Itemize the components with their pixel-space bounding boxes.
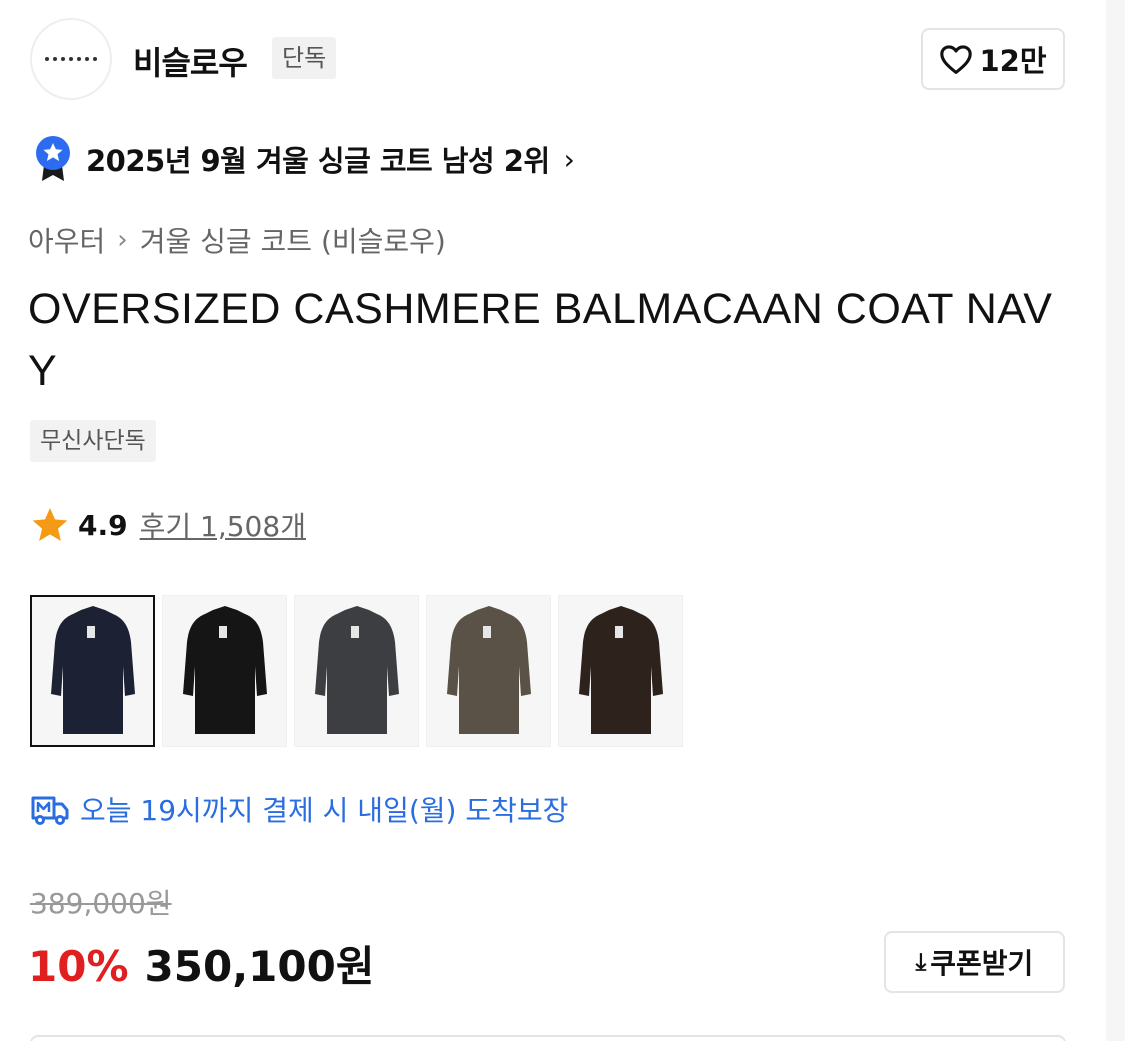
- delivery-text: 오늘 19시까지 결제 시 내일(월) 도착보장: [80, 794, 569, 827]
- coat-image: [50, 606, 135, 734]
- product-title: OVERSIZED CASHMERE BALMACAAN COAT NAVY: [28, 285, 1053, 395]
- coat-image: [182, 606, 267, 734]
- brand-logo[interactable]: [30, 18, 112, 100]
- delivery-guarantee: 오늘 19시까지 결제 시 내일(월) 도착보장: [30, 789, 568, 829]
- original-price: 389,000원: [30, 887, 172, 920]
- exclusive-badge: 무신사단독: [30, 420, 156, 462]
- coat-image: [446, 606, 531, 734]
- scrollbar[interactable]: [1106, 0, 1125, 1041]
- brand-exclusive-badge: 단독: [272, 37, 337, 79]
- color-option-charcoal[interactable]: [294, 595, 419, 747]
- options-box[interactable]: [30, 1035, 1066, 1041]
- breadcrumb-subcategory[interactable]: 겨울 싱글 코트 (비슬로우): [140, 220, 446, 260]
- chevron-right-icon: ›: [563, 142, 575, 176]
- like-button[interactable]: 12만: [921, 28, 1065, 90]
- brand-header: 비슬로우 단독 12만: [30, 18, 1066, 100]
- coat-image: [314, 606, 399, 734]
- brand-logo-dots-icon: [45, 57, 97, 61]
- rating-row: 4.9 후기 1,508개: [30, 505, 306, 545]
- color-option-black[interactable]: [162, 595, 287, 747]
- price-row: 10% 350,100원: [28, 933, 374, 994]
- ranking-text: 2025년 9월 겨울 싱글 코트 남성 2위: [86, 144, 550, 178]
- ranking-medal-icon: [34, 135, 72, 183]
- breadcrumb: 아우터 › 겨울 싱글 코트 (비슬로우): [28, 220, 446, 260]
- sale-price: 350,100원: [144, 942, 375, 991]
- discount-rate: 10%: [28, 942, 129, 991]
- ranking-link[interactable]: 2025년 9월 겨울 싱글 코트 남성 2위 ›: [34, 134, 575, 184]
- color-options: [30, 595, 683, 747]
- coat-image: [578, 606, 663, 734]
- heart-icon: [940, 45, 973, 75]
- brand-name[interactable]: 비슬로우: [133, 38, 248, 84]
- review-count-link[interactable]: 후기 1,508개: [140, 505, 306, 545]
- color-option-brown[interactable]: [558, 595, 683, 747]
- like-count: 12만: [979, 44, 1047, 78]
- download-icon: ⤓: [915, 948, 927, 976]
- delivery-truck-icon: [31, 796, 69, 825]
- coupon-button-label: 쿠폰받기: [930, 947, 1034, 980]
- star-icon: [30, 505, 70, 545]
- breadcrumb-separator-icon: ›: [117, 225, 128, 255]
- breadcrumb-category[interactable]: 아우터: [28, 220, 105, 260]
- color-option-navy[interactable]: [30, 595, 155, 747]
- coupon-button[interactable]: ⤓ 쿠폰받기: [884, 931, 1065, 993]
- color-option-khaki[interactable]: [426, 595, 551, 747]
- rating-value: 4.9: [78, 508, 128, 542]
